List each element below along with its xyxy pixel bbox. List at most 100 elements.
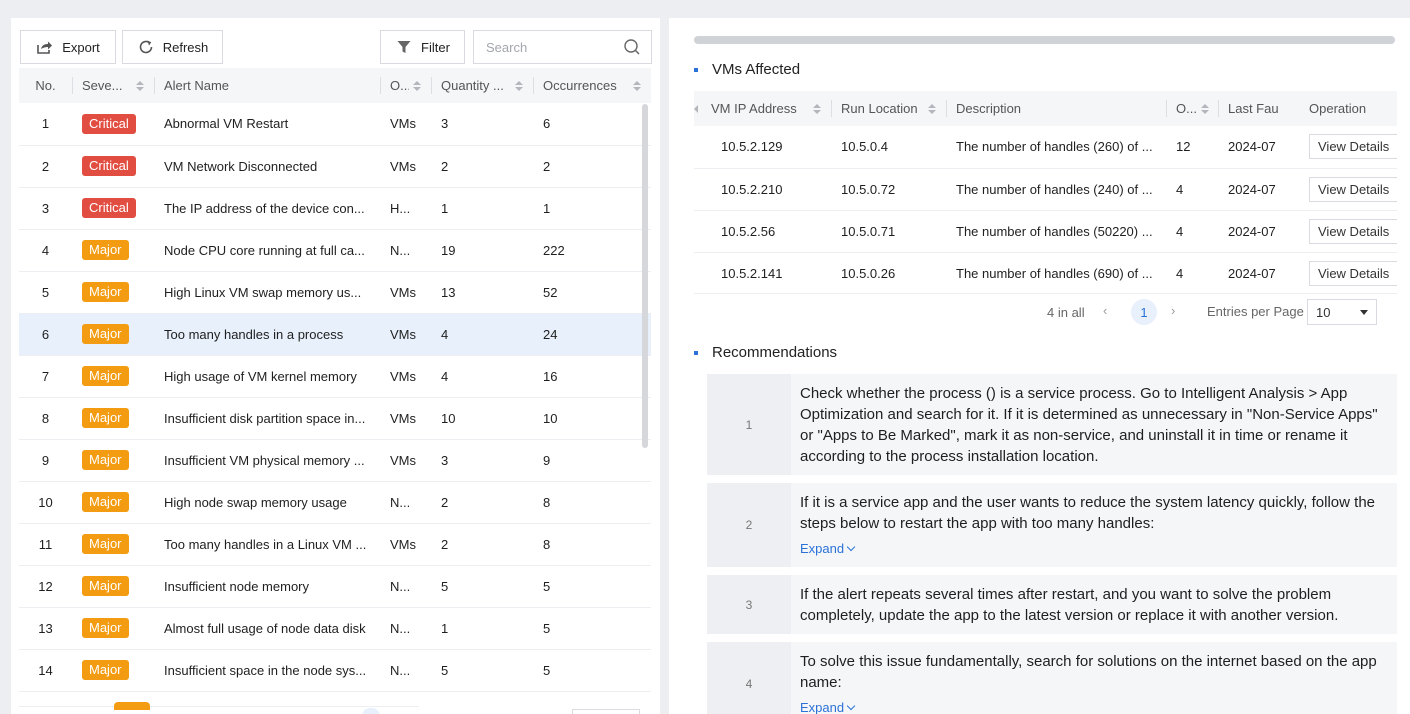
search-input[interactable] xyxy=(486,39,623,55)
view-details-button[interactable]: View Details xyxy=(1309,176,1397,202)
horizontal-scrollbar[interactable] xyxy=(694,36,1395,44)
expand-link[interactable]: Expand xyxy=(800,538,856,559)
alert-table-row[interactable]: 4 Major Node CPU core running at full ca..… xyxy=(19,229,651,271)
refresh-label: Refresh xyxy=(162,39,209,55)
description: The number of handles (260) of ... xyxy=(956,139,1153,155)
alert-table-row[interactable]: 1 Critical Abnormal VM Restart VMs 3 6 xyxy=(19,103,651,145)
vertical-scrollbar[interactable] xyxy=(642,104,648,448)
row-number: 4 xyxy=(41,242,50,258)
alert-table-row[interactable]: 2 Critical VM Network Disconnected VMs 2 2 xyxy=(19,145,651,187)
sort-icon[interactable] xyxy=(413,80,421,91)
recommendation-item: 4 To solve this issue fundamentally, sear… xyxy=(707,642,1397,714)
severity-cell: Critical xyxy=(72,103,154,145)
alert-table-row[interactable]: 12 Major Insufficient node memory N... 5 5 xyxy=(19,565,651,607)
object-type: VMs xyxy=(390,158,416,174)
sort-icon[interactable] xyxy=(1200,103,1209,114)
caret-down-icon xyxy=(1360,309,1368,315)
bullet-icon xyxy=(694,350,698,355)
search-box[interactable] xyxy=(473,30,652,64)
filter-icon xyxy=(397,41,411,53)
occurrences: 222 xyxy=(543,242,565,258)
sort-icon[interactable] xyxy=(813,103,821,114)
recommendation-item: 3 If the alert repeats several times afte… xyxy=(707,575,1397,634)
occurrences: 8 xyxy=(543,494,551,510)
alert-table-row[interactable]: 3 Critical The IP address of the device co… xyxy=(19,187,651,229)
occurrences: 2 xyxy=(543,158,551,174)
alert-name: High Linux VM swap memory us... xyxy=(164,284,362,300)
view-details-button[interactable]: View Details xyxy=(1309,218,1397,244)
column-header-run-location[interactable]: Run Location xyxy=(831,91,946,126)
vms-affected-title: VMs Affected xyxy=(712,61,801,78)
object-type: VMs xyxy=(390,368,416,384)
alert-table-row[interactable]: 6 Major Too many handles in a process VMs 4 2… xyxy=(19,313,651,355)
filter-button[interactable]: Filter xyxy=(380,30,465,64)
view-details-button[interactable]: View Details xyxy=(1309,260,1397,286)
row-number: 10 xyxy=(38,494,53,510)
alert-table-row[interactable]: 8 Major Insufficient disk partition space … xyxy=(19,397,651,439)
occurrences: 5 xyxy=(543,662,551,678)
vm-table-container: VM IP Address Run Location Description O… xyxy=(694,91,1397,294)
refresh-button[interactable]: Refresh xyxy=(122,30,223,64)
column-header-occurrences[interactable]: Occurrences xyxy=(533,68,651,103)
sort-icon[interactable] xyxy=(633,80,641,91)
sort-icon[interactable] xyxy=(515,80,523,91)
alert-table-row[interactable]: 10 Major High node swap memory usage N... 2 8 xyxy=(19,481,651,523)
chevron-down-icon xyxy=(846,701,856,710)
alert-name: High node swap memory usage xyxy=(164,494,347,510)
bullet-icon xyxy=(694,67,698,72)
object-type: N... xyxy=(390,662,411,678)
next-page-icon[interactable]: › xyxy=(1171,303,1175,318)
column-header-operation: Operation xyxy=(1299,91,1397,126)
vm-table-row: 10.5.2.129 10.5.0.4 The number of handles … xyxy=(694,126,1397,168)
severity-badge: Major xyxy=(82,450,129,470)
column-header-occurrences[interactable]: O... xyxy=(1166,91,1218,126)
alert-table-row[interactable]: 14 Major Insufficient space in the node sy… xyxy=(19,649,651,691)
vm-ip: 10.5.2.129 xyxy=(721,139,783,155)
recommendation-body: Check whether the process () is a servic… xyxy=(791,374,1397,475)
alert-name: Abnormal VM Restart xyxy=(164,116,289,132)
recommendation-body: If it is a service app and the user want… xyxy=(791,483,1397,567)
recommendation-item: 2 If it is a service app and the user wan… xyxy=(707,483,1397,567)
alert-table-row[interactable]: 9 Major Insufficient VM physical memory ..… xyxy=(19,439,651,481)
quantity: 2 xyxy=(441,494,449,510)
quantity: 1 xyxy=(441,620,449,636)
severity-badge: Critical xyxy=(82,113,136,134)
occurrences: 9 xyxy=(543,452,551,468)
object-type: VMs xyxy=(390,536,416,552)
scroll-left-icon[interactable] xyxy=(694,105,698,113)
column-header-vm-ip[interactable]: VM IP Address xyxy=(694,91,831,126)
alert-table-row[interactable]: 13 Major Almost full usage of node data di… xyxy=(19,607,651,649)
column-header-object[interactable]: O... xyxy=(380,68,431,103)
page-size-select-partial[interactable] xyxy=(572,709,640,714)
sort-icon[interactable] xyxy=(136,80,144,91)
column-header-quantity[interactable]: Quantity ... xyxy=(431,68,533,103)
search-icon[interactable] xyxy=(623,38,641,56)
sort-icon[interactable] xyxy=(928,103,936,114)
severity-cell: Major xyxy=(72,229,154,271)
page-number-current[interactable]: 1 xyxy=(1131,299,1157,325)
severity-badge: Major xyxy=(82,240,129,260)
severity-cell: Major xyxy=(72,565,154,607)
recommendation-number: 2 xyxy=(707,483,791,567)
recommendation-number: 1 xyxy=(707,374,791,475)
object-type: VMs xyxy=(390,452,416,468)
row-number: 13 xyxy=(38,620,53,636)
export-button[interactable]: Export xyxy=(20,30,116,64)
view-details-button[interactable]: View Details xyxy=(1309,134,1397,160)
alert-table-header: No. Seve... Alert Name O... Quantity ...… xyxy=(19,68,651,103)
row-number: 2 xyxy=(41,158,50,174)
alert-table-row[interactable]: 7 Major High usage of VM kernel memory VMs 4… xyxy=(19,355,651,397)
alert-table-row[interactable]: 11 Major Too many handles in a Linux VM ..… xyxy=(19,523,651,565)
description: The number of handles (240) of ... xyxy=(956,181,1153,197)
alert-table-row[interactable]: 5 Major High Linux VM swap memory us... VMs… xyxy=(19,271,651,313)
page-size-select[interactable]: 10 xyxy=(1307,299,1377,325)
page-size-value: 10 xyxy=(1316,304,1331,320)
expand-label: Expand xyxy=(800,541,845,556)
prev-page-icon[interactable]: ‹ xyxy=(1103,303,1107,318)
expand-link[interactable]: Expand xyxy=(800,697,856,714)
column-header-severity[interactable]: Seve... xyxy=(72,68,154,103)
column-header-alert-name: Alert Name xyxy=(154,68,380,103)
description: The number of handles (690) of ... xyxy=(956,265,1153,281)
recommendation-text: If it is a service app and the user want… xyxy=(800,494,1376,532)
alert-toolbar: Export Refresh Filter xyxy=(11,18,660,68)
